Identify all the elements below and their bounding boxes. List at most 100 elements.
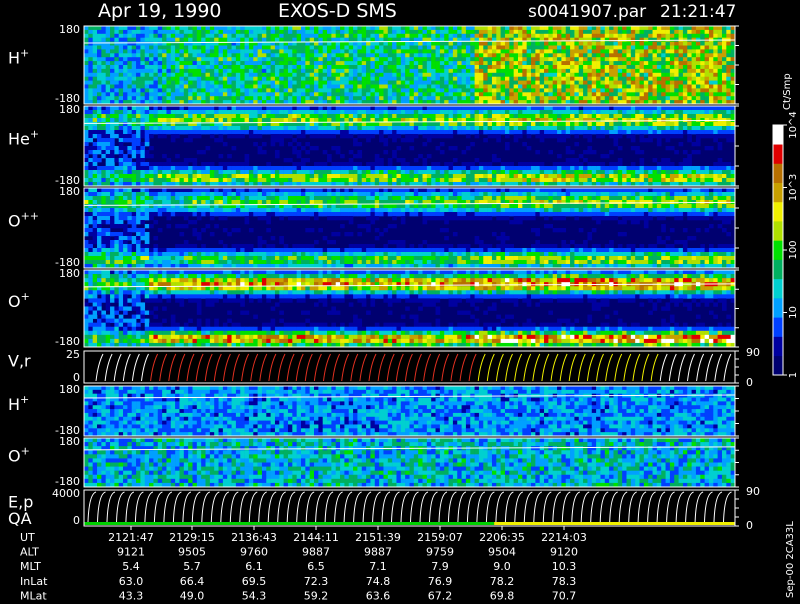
- spectrogram-cell: [635, 38, 640, 42]
- spectrogram-cell: [531, 73, 536, 77]
- spectrogram-cell: [518, 134, 523, 138]
- spectrogram-cell: [301, 34, 306, 38]
- spectrogram-cell: [288, 85, 293, 89]
- spectrogram-cell: [266, 49, 271, 53]
- spectrogram-cell: [88, 65, 93, 69]
- spectrogram-cell: [561, 34, 566, 38]
- spectrogram-cell: [501, 34, 506, 38]
- spectrogram-cell: [349, 106, 354, 110]
- spectrogram-cell: [271, 126, 276, 130]
- spectrogram-cell: [540, 69, 545, 73]
- spectrogram-cell: [375, 49, 380, 53]
- spectrogram-cell: [522, 30, 527, 34]
- spectrogram-cell: [644, 106, 649, 110]
- spectrogram-cell: [410, 178, 415, 182]
- spectrogram-cell: [483, 57, 488, 61]
- spectrogram-cell: [431, 110, 436, 114]
- spectrogram-cell: [271, 49, 276, 53]
- spectrogram-cell: [661, 65, 666, 69]
- spectrogram-cell: [423, 88, 428, 92]
- spectrogram-cell: [587, 130, 592, 134]
- spectrogram-cell: [605, 106, 610, 110]
- spectrogram-cell: [375, 162, 380, 166]
- spectrogram-cell: [114, 65, 119, 69]
- spectrogram-cell: [149, 69, 154, 73]
- spectrogram-cell: [340, 81, 345, 85]
- spectrogram-cell: [557, 30, 562, 34]
- spectrogram-cell: [331, 146, 336, 150]
- spectrogram-cell: [505, 61, 510, 65]
- spectrogram-cell: [605, 178, 610, 182]
- spectrogram-cell: [631, 106, 636, 110]
- spectrogram-cell: [388, 65, 393, 69]
- spectrogram-cell: [418, 49, 423, 53]
- spectrogram-cell: [97, 65, 102, 69]
- spectrogram-cell: [210, 96, 215, 100]
- spectrogram-cell: [592, 53, 597, 57]
- spectrogram-cell: [718, 69, 723, 73]
- spectrogram-cell: [444, 92, 449, 96]
- spectrogram-cell: [340, 77, 345, 81]
- spectrogram-cell: [557, 61, 562, 65]
- spectrogram-cell: [475, 73, 480, 77]
- spectrogram-cell: [600, 162, 605, 166]
- spectrogram-cell: [570, 85, 575, 89]
- spectrogram-cell: [631, 110, 636, 114]
- spectrogram-cell: [431, 174, 436, 178]
- spectrogram-cell: [179, 26, 184, 30]
- spectrogram-cell: [201, 69, 206, 73]
- spectrogram-cell: [583, 150, 588, 154]
- spectrogram-cell: [609, 92, 614, 96]
- spectrogram-cell: [158, 30, 163, 34]
- spectrogram-cell: [297, 61, 302, 65]
- spectrogram-cell: [219, 92, 224, 96]
- spectrogram-cell: [310, 170, 315, 174]
- spectrogram-cell: [353, 65, 358, 69]
- spectrogram-cell: [106, 174, 111, 178]
- spectrogram-cell: [210, 77, 215, 81]
- spectrogram-cell: [544, 170, 549, 174]
- spectrogram-cell: [640, 92, 645, 96]
- spectrogram-cell: [245, 106, 250, 110]
- spectrogram-cell: [249, 96, 254, 100]
- spectrogram-cell: [201, 38, 206, 42]
- spectrogram-cell: [518, 110, 523, 114]
- spectrogram-cell: [605, 118, 610, 122]
- spectrogram-cell: [153, 130, 158, 134]
- spectrogram-cell: [271, 73, 276, 77]
- spectrogram-cell: [184, 85, 189, 89]
- spectrogram-cell: [210, 73, 215, 77]
- spectrogram-cell: [436, 174, 441, 178]
- spectrogram-cell: [175, 46, 180, 50]
- spectrogram-cell: [240, 88, 245, 92]
- spectrogram-cell: [548, 85, 553, 89]
- spectrogram-cell: [366, 96, 371, 100]
- spectrogram-cell: [193, 46, 198, 50]
- spectrogram-cell: [401, 138, 406, 142]
- spectrogram-cell: [206, 61, 211, 65]
- spectrogram-cell: [101, 110, 106, 114]
- spectrogram-cell: [240, 30, 245, 34]
- spectrogram-cell: [401, 96, 406, 100]
- spectrogram-cell: [132, 81, 137, 85]
- spectrogram-cell: [522, 88, 527, 92]
- spectrogram-cell: [574, 26, 579, 30]
- spectrogram-cell: [314, 170, 319, 174]
- spectrogram-cell: [245, 126, 250, 130]
- spectrogram-cell: [388, 130, 393, 134]
- spectrogram-cell: [401, 174, 406, 178]
- spectrogram-cell: [557, 85, 562, 89]
- spectrogram-cell: [310, 166, 315, 170]
- spectrogram-cell: [670, 46, 675, 50]
- spectrogram-cell: [114, 134, 119, 138]
- spectrogram-cell: [175, 166, 180, 170]
- spectrogram-cell: [288, 126, 293, 130]
- spectrogram-cell: [609, 106, 614, 110]
- spectrogram-cell: [496, 130, 501, 134]
- spectrogram-cell: [613, 57, 618, 61]
- spectrogram-cell: [232, 73, 237, 77]
- spectrogram-cell: [375, 92, 380, 96]
- spectrogram-cell: [162, 38, 167, 42]
- spectrogram-cell: [514, 92, 519, 96]
- spectrogram-cell: [423, 49, 428, 53]
